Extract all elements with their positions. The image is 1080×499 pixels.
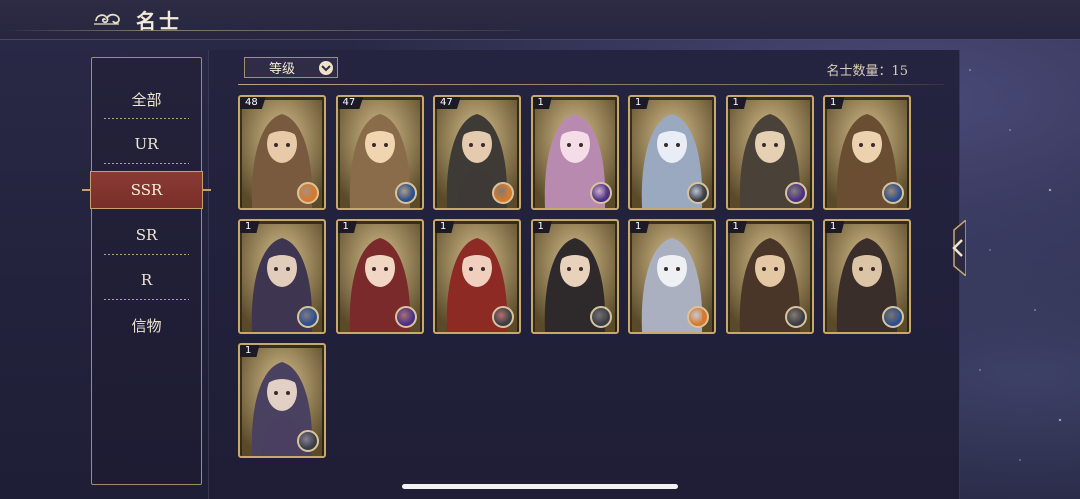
sidebar-item-label: SSR [130,181,163,199]
sidebar-item-label: 信物 [131,316,162,335]
sidebar-item-label: R [140,271,153,289]
character-card[interactable]: 1 [823,219,911,334]
cloud-back-icon[interactable] [92,9,122,29]
level-badge: 1 [727,97,747,109]
level-badge: 1 [727,221,747,233]
level-badge: 1 [435,221,455,233]
sidebar-item-all[interactable]: 全部 [92,79,201,119]
character-card[interactable]: 1 [725,219,814,334]
level-badge: 1 [240,345,260,357]
level-badge: 1 [532,97,552,109]
element-water-icon [394,182,417,204]
element-sun-icon [492,182,514,204]
element-sun-icon [297,182,319,204]
element-wind-icon [589,306,612,328]
character-card[interactable]: 1 [530,95,619,210]
character-card[interactable]: 1 [335,219,424,334]
character-card[interactable]: 1 [823,95,911,210]
character-card[interactable]: 1 [628,219,716,334]
element-wind-icon [687,182,709,204]
element-water-icon [297,306,319,328]
sidebar-item-r[interactable]: R [92,260,201,300]
rarity-sidebar: 全部 UR SSR SR R 信物 [82,57,211,485]
chevron-down-icon [319,61,333,75]
level-badge: 1 [630,221,650,233]
level-badge: 1 [630,97,650,109]
character-card-grid: 48 47 47 1 1 1 1 1 1 1 1 1 1 1 1 [238,95,918,465]
element-water-icon [882,306,904,328]
element-wind-icon [784,306,807,328]
sidebar-item-label: UR [134,135,159,153]
sidebar-item-label: SR [135,226,158,244]
sidebar-item-sr[interactable]: SR [92,215,201,255]
level-badge: 1 [240,221,260,233]
level-badge: 48 [240,97,266,109]
character-card[interactable]: 1 [238,219,326,334]
divider [238,84,944,85]
collection-count: 名士数量：15 [826,64,908,79]
element-water-icon [882,182,904,204]
character-card[interactable]: 1 [628,95,716,210]
level-badge: 1 [337,221,357,233]
top-bar: 名士 [0,0,1080,40]
sidebar-item-label: 全部 [131,90,162,109]
level-badge: 1 [532,221,552,233]
character-card[interactable]: 48 [238,95,326,210]
sidebar-item-ur[interactable]: UR [92,124,201,164]
page-title: 名士 [136,9,182,33]
level-badge: 47 [337,97,364,109]
sidebar-item-ssr[interactable]: SSR [82,171,211,209]
sidebar-item-token[interactable]: 信物 [92,305,201,345]
level-badge: 47 [435,97,461,109]
character-card[interactable]: 47 [335,95,424,210]
character-card[interactable]: 1 [530,219,619,334]
element-sun-icon [687,306,709,328]
element-wind-icon [297,430,319,452]
level-badge: 1 [825,221,845,233]
element-wind-icon [492,306,514,328]
element-moon-icon [589,182,612,204]
home-indicator[interactable] [402,484,678,489]
element-moon-icon [394,306,417,328]
sort-label: 等级 [269,62,296,77]
character-card[interactable]: 1 [238,343,326,458]
sort-dropdown[interactable]: 等级 [244,57,338,78]
element-moon-icon [784,182,807,204]
level-badge: 1 [825,97,845,109]
character-card[interactable]: 1 [725,95,814,210]
starry-background [950,40,1080,499]
collapse-arrow-icon[interactable] [944,220,966,276]
character-card[interactable]: 47 [433,95,521,210]
character-card[interactable]: 1 [433,219,521,334]
